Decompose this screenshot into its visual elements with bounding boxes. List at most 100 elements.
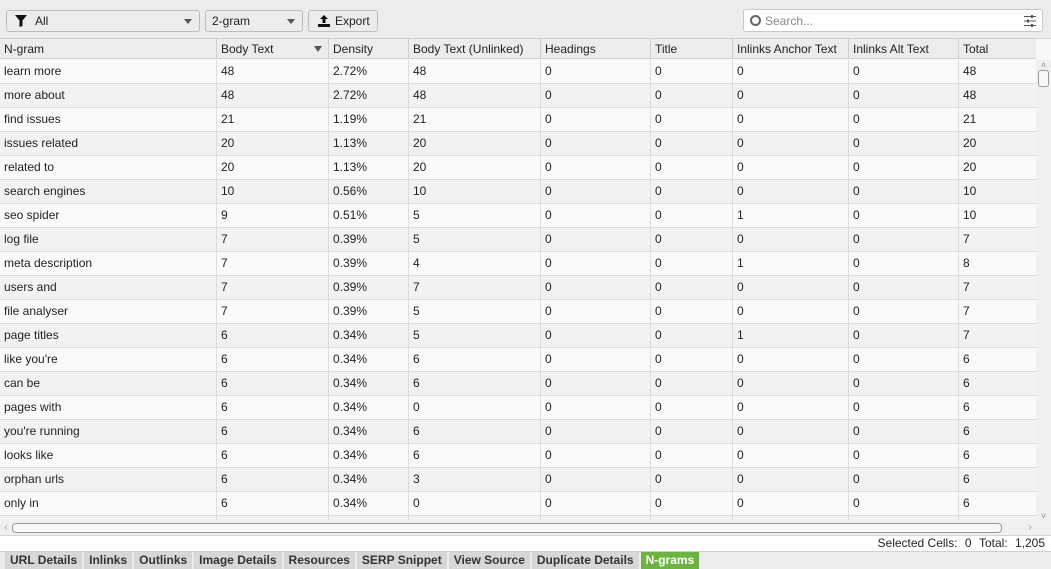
cell-title[interactable]: 0 bbox=[651, 468, 733, 491]
column-header-density[interactable]: Density bbox=[329, 39, 409, 59]
vertical-scroll-thumb[interactable] bbox=[1038, 70, 1049, 87]
cell-body-text-unlinked[interactable]: 10 bbox=[409, 180, 541, 203]
scroll-up-icon[interactable]: ˄ bbox=[1039, 61, 1048, 70]
cell-inlinks-anchor-text[interactable]: 0 bbox=[733, 492, 849, 515]
scroll-left-icon[interactable]: ‹ bbox=[1, 522, 11, 534]
cell-body-text[interactable]: 48 bbox=[217, 84, 329, 107]
cell-inlinks-anchor-text[interactable]: 1 bbox=[733, 204, 849, 227]
cell-total[interactable]: 20 bbox=[959, 132, 1036, 155]
cell-inlinks-anchor-text[interactable]: 0 bbox=[733, 108, 849, 131]
cell-body-text[interactable]: 6 bbox=[217, 420, 329, 443]
cell-ngram[interactable]: you're running bbox=[0, 420, 217, 443]
table-row[interactable]: looks like 6 0.34% 6 0 0 0 0 6 bbox=[0, 444, 1036, 468]
cell-inlinks-alt-text[interactable]: 0 bbox=[849, 444, 959, 467]
cell-total[interactable]: 10 bbox=[959, 204, 1036, 227]
cell-inlinks-alt-text[interactable]: 0 bbox=[849, 108, 959, 131]
cell-density[interactable]: 2.72% bbox=[329, 60, 409, 83]
cell-total[interactable]: 6 bbox=[959, 444, 1036, 467]
tab-url-details[interactable]: URL Details bbox=[5, 552, 83, 569]
cell-body-text-unlinked[interactable]: 5 bbox=[409, 324, 541, 347]
cell-inlinks-alt-text[interactable]: 0 bbox=[849, 372, 959, 395]
cell-body-text-unlinked[interactable]: 48 bbox=[409, 60, 541, 83]
search-options-icon[interactable] bbox=[1024, 15, 1036, 27]
cell-body-text[interactable]: 6 bbox=[217, 492, 329, 515]
search-input[interactable] bbox=[765, 13, 1015, 28]
cell-inlinks-anchor-text[interactable]: 0 bbox=[733, 468, 849, 491]
cell-headings[interactable]: 0 bbox=[541, 84, 651, 107]
cell-body-text[interactable]: 7 bbox=[217, 276, 329, 299]
scroll-right-icon[interactable]: › bbox=[1025, 522, 1035, 534]
cell-body-text-unlinked[interactable]: 48 bbox=[409, 84, 541, 107]
column-header-body-text[interactable]: Body Text bbox=[217, 39, 329, 59]
cell-headings[interactable]: 0 bbox=[541, 60, 651, 83]
cell-headings[interactable]: 0 bbox=[541, 204, 651, 227]
cell-inlinks-anchor-text[interactable]: 0 bbox=[733, 420, 849, 443]
tab-serp-snippet[interactable]: SERP Snippet bbox=[356, 552, 447, 569]
cell-title[interactable]: 0 bbox=[651, 396, 733, 419]
cell-density[interactable]: 0.34% bbox=[329, 348, 409, 371]
cell-inlinks-alt-text[interactable]: 0 bbox=[849, 492, 959, 515]
table-row[interactable]: pages with 6 0.34% 0 0 0 0 0 6 bbox=[0, 396, 1036, 420]
cell-inlinks-alt-text[interactable]: 0 bbox=[849, 252, 959, 275]
table-row[interactable]: seo spider 9 0.51% 5 0 0 1 0 10 bbox=[0, 204, 1036, 228]
cell-body-text[interactable]: 20 bbox=[217, 156, 329, 179]
cell-density[interactable]: 0.34% bbox=[329, 324, 409, 347]
cell-title[interactable]: 0 bbox=[651, 252, 733, 275]
cell-body-text-unlinked[interactable]: 5 bbox=[409, 228, 541, 251]
cell-headings[interactable]: 0 bbox=[541, 492, 651, 515]
cell-body-text[interactable]: 6 bbox=[217, 468, 329, 491]
cell-total[interactable]: 7 bbox=[959, 228, 1036, 251]
table-row[interactable]: meta description 7 0.39% 4 0 0 1 0 8 bbox=[0, 252, 1036, 276]
filter-dropdown[interactable]: All bbox=[6, 10, 200, 32]
cell-ngram[interactable]: like you're bbox=[0, 348, 217, 371]
cell-inlinks-anchor-text[interactable]: 0 bbox=[733, 84, 849, 107]
cell-ngram[interactable]: search engines bbox=[0, 180, 217, 203]
cell-inlinks-alt-text[interactable]: 0 bbox=[849, 180, 959, 203]
cell-body-text[interactable]: 48 bbox=[217, 60, 329, 83]
tab-image-details[interactable]: Image Details bbox=[194, 552, 282, 569]
cell-inlinks-alt-text[interactable]: 0 bbox=[849, 468, 959, 491]
cell-total[interactable]: 6 bbox=[959, 492, 1036, 515]
search-box[interactable] bbox=[743, 9, 1043, 32]
cell-body-text-unlinked[interactable]: 4 bbox=[409, 252, 541, 275]
cell-headings[interactable]: 0 bbox=[541, 420, 651, 443]
cell-density[interactable]: 1.13% bbox=[329, 132, 409, 155]
cell-ngram[interactable]: users and bbox=[0, 276, 217, 299]
table-row[interactable]: learn more 48 2.72% 48 0 0 0 0 48 bbox=[0, 60, 1036, 84]
cell-headings[interactable]: 0 bbox=[541, 276, 651, 299]
cell-inlinks-anchor-text[interactable]: 0 bbox=[733, 396, 849, 419]
cell-body-text[interactable]: 6 bbox=[217, 396, 329, 419]
cell-inlinks-alt-text[interactable]: 0 bbox=[849, 300, 959, 323]
vertical-scrollbar[interactable]: ˄ ˅ bbox=[1036, 60, 1051, 522]
cell-title[interactable]: 0 bbox=[651, 60, 733, 83]
cell-ngram[interactable]: can be bbox=[0, 372, 217, 395]
cell-total[interactable]: 48 bbox=[959, 60, 1036, 83]
cell-title[interactable]: 0 bbox=[651, 156, 733, 179]
table-row[interactable]: log file 7 0.39% 5 0 0 0 0 7 bbox=[0, 228, 1036, 252]
cell-density[interactable]: 0.39% bbox=[329, 300, 409, 323]
column-header-total[interactable]: Total bbox=[959, 39, 1036, 59]
cell-title[interactable]: 0 bbox=[651, 324, 733, 347]
cell-total[interactable]: 6 bbox=[959, 372, 1036, 395]
cell-headings[interactable]: 0 bbox=[541, 348, 651, 371]
column-header-headings[interactable]: Headings bbox=[541, 39, 651, 59]
cell-density[interactable]: 2.72% bbox=[329, 84, 409, 107]
cell-ngram[interactable]: meta description bbox=[0, 252, 217, 275]
cell-body-text-unlinked[interactable]: 20 bbox=[409, 156, 541, 179]
cell-inlinks-anchor-text[interactable]: 0 bbox=[733, 228, 849, 251]
cell-body-text-unlinked[interactable]: 6 bbox=[409, 420, 541, 443]
cell-title[interactable]: 0 bbox=[651, 276, 733, 299]
cell-total[interactable]: 7 bbox=[959, 276, 1036, 299]
cell-headings[interactable]: 0 bbox=[541, 324, 651, 347]
cell-inlinks-anchor-text[interactable]: 0 bbox=[733, 132, 849, 155]
cell-inlinks-anchor-text[interactable]: 0 bbox=[733, 348, 849, 371]
cell-inlinks-anchor-text[interactable]: 0 bbox=[733, 276, 849, 299]
cell-inlinks-anchor-text[interactable]: 0 bbox=[733, 444, 849, 467]
cell-inlinks-alt-text[interactable]: 0 bbox=[849, 276, 959, 299]
cell-ngram[interactable]: related to bbox=[0, 156, 217, 179]
cell-body-text[interactable]: 10 bbox=[217, 180, 329, 203]
cell-headings[interactable]: 0 bbox=[541, 372, 651, 395]
cell-ngram[interactable]: issues related bbox=[0, 132, 217, 155]
cell-title[interactable]: 0 bbox=[651, 444, 733, 467]
cell-inlinks-anchor-text[interactable]: 0 bbox=[733, 156, 849, 179]
